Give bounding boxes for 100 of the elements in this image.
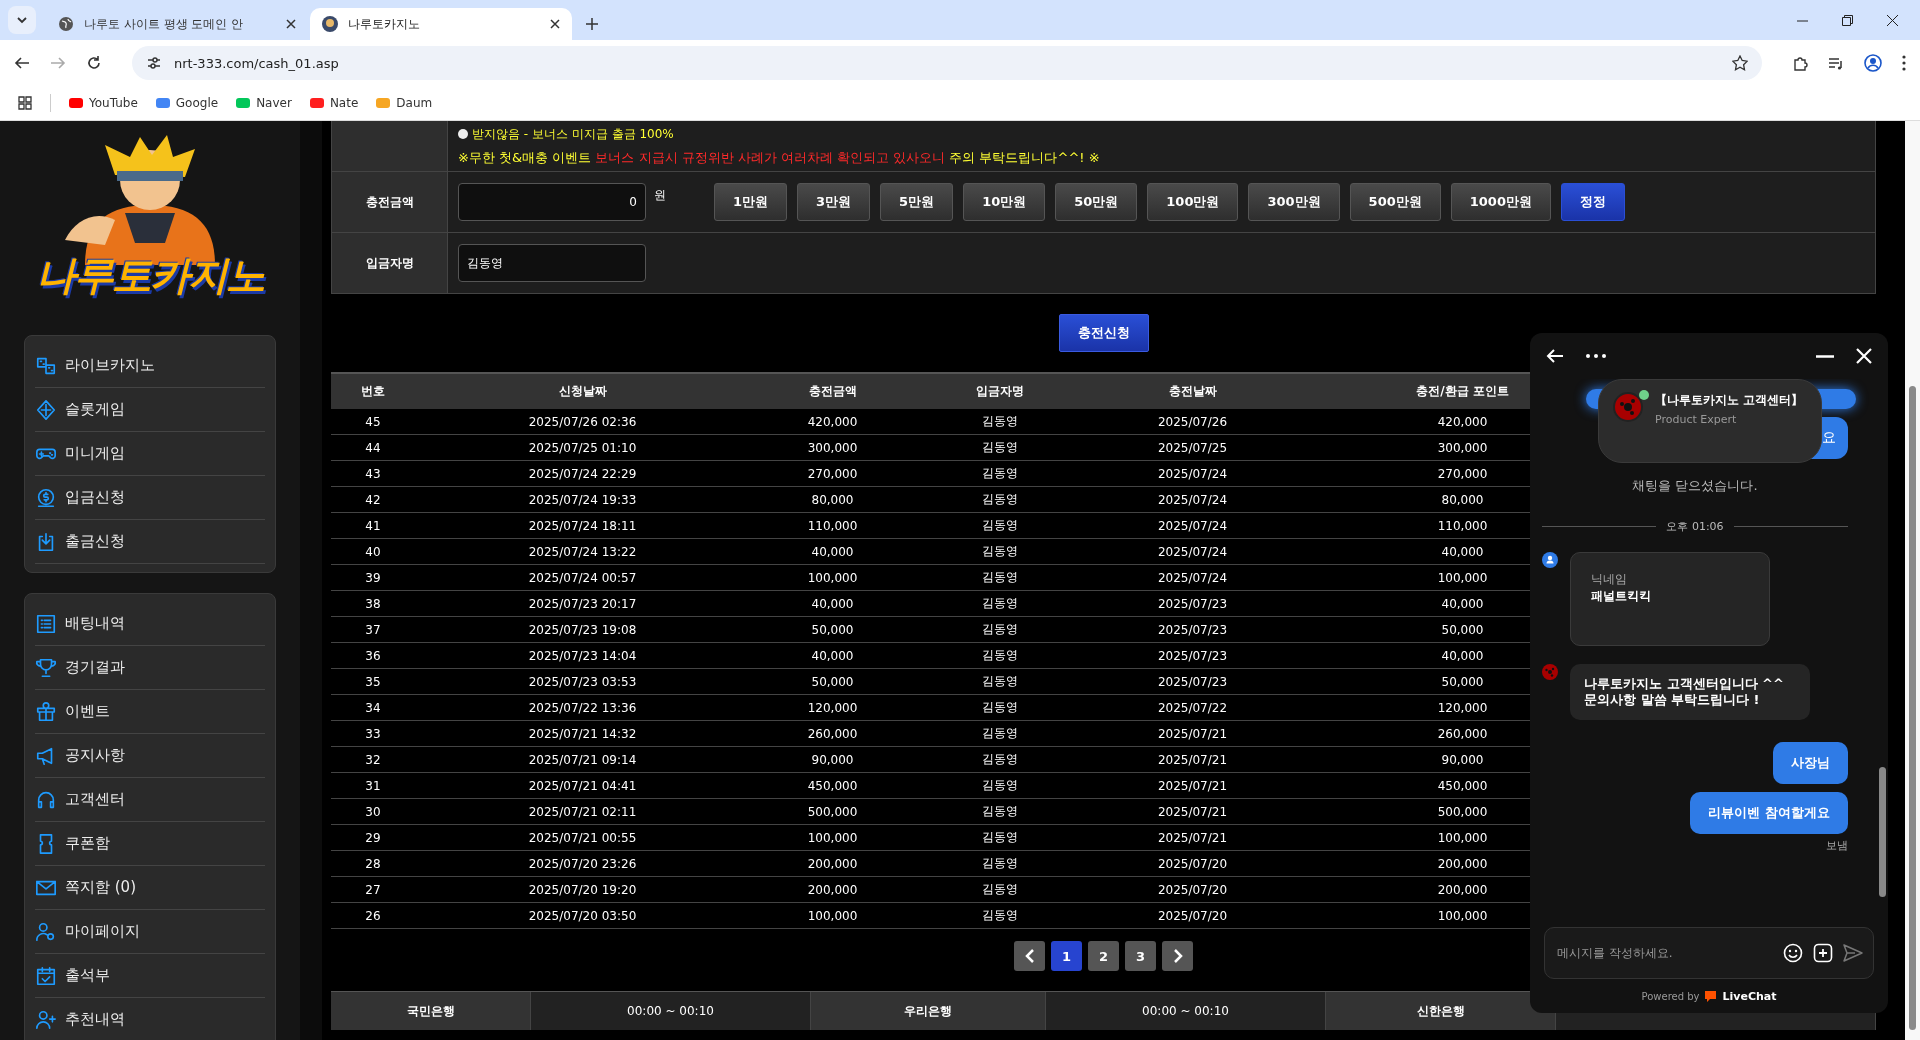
previous-page-button[interactable]: [1014, 941, 1045, 971]
amount-field[interactable]: 0: [458, 183, 646, 221]
amount-button[interactable]: 100만원: [1147, 183, 1239, 221]
reload-icon[interactable]: [86, 55, 102, 71]
table-cell: 30: [331, 798, 415, 825]
message-field[interactable]: 메시지를 작성하세요.: [1555, 945, 1773, 961]
sidebar-item[interactable]: 추천내역: [35, 998, 265, 1040]
sidebar-item[interactable]: 경기결과: [35, 646, 265, 690]
amount-button[interactable]: 500만원: [1349, 183, 1441, 221]
table-cell: 2025/07/23: [1085, 642, 1300, 669]
sidebar-item[interactable]: 고객센터: [35, 778, 265, 822]
bookmark-link[interactable]: Naver: [236, 96, 292, 110]
send-icon[interactable]: [1843, 943, 1863, 963]
sidebar-item[interactable]: 라이브카지노: [35, 344, 265, 388]
table-cell: 2025/07/23 20:17: [415, 590, 750, 617]
submit-button[interactable]: 충전신청: [1058, 314, 1149, 352]
radio-button[interactable]: [458, 129, 468, 139]
restore-icon[interactable]: [1842, 14, 1853, 26]
table-cell: 28: [331, 850, 415, 877]
message-bubble: 사장님: [1773, 742, 1848, 784]
close-icon[interactable]: [1887, 14, 1898, 26]
site-settings-icon[interactable]: [146, 55, 162, 71]
sidebar-item[interactable]: 입금신청: [35, 476, 265, 520]
chevron-right-icon: [1172, 949, 1183, 963]
table-cell: 김동영: [915, 409, 1085, 435]
amount-button[interactable]: 3만원: [797, 183, 871, 221]
table-cell: 100,000: [750, 824, 915, 851]
sidebar-item[interactable]: 출금신청: [35, 520, 265, 564]
amount-button[interactable]: 300만원: [1248, 183, 1340, 221]
page-button[interactable]: 3: [1125, 941, 1156, 971]
sidebar-item[interactable]: 쪽지함 (0): [35, 866, 265, 910]
message-bubble: 리뷰이벤 참여할게요: [1690, 792, 1848, 834]
table-cell: 2025/07/24: [1085, 538, 1300, 565]
scrollbar-thumb[interactable]: [1879, 767, 1886, 897]
amount-button[interactable]: 1000만원: [1450, 183, 1551, 221]
sidebar-item[interactable]: 슬롯게임: [35, 388, 265, 432]
depositor-field[interactable]: 김동영: [458, 244, 646, 282]
coin-icon: [35, 486, 57, 509]
sidebar-item[interactable]: 공지사항: [35, 734, 265, 778]
menu-icon[interactable]: [1902, 55, 1906, 71]
tab-list-button[interactable]: [8, 6, 36, 34]
amount-button[interactable]: 10만원: [963, 183, 1046, 221]
chat-logo-icon: [1704, 989, 1718, 1003]
bookmark-link[interactable]: Google: [155, 96, 219, 110]
table-cell: 2025/07/20: [1085, 850, 1300, 877]
close-icon[interactable]: [286, 19, 296, 29]
bookmark-link[interactable]: Nate: [309, 96, 359, 110]
next-page-button[interactable]: [1162, 941, 1193, 971]
browser-tab[interactable]: 나루토 사이트 평생 도메인 안: [46, 8, 308, 40]
close-icon[interactable]: [550, 19, 560, 29]
sidebar-item[interactable]: 미니게임: [35, 432, 265, 476]
caret-icon: [16, 14, 28, 26]
minimize-icon[interactable]: [1816, 354, 1834, 358]
attach-plus-icon[interactable]: [1813, 943, 1833, 963]
table-cell: 김동영: [915, 642, 1085, 669]
sidebar-item[interactable]: 배팅내역: [35, 602, 265, 646]
amount-button[interactable]: 정정: [1560, 183, 1625, 221]
extensions-icon[interactable]: [1792, 55, 1808, 71]
table-cell: 36: [331, 642, 415, 669]
bookmark-star-icon[interactable]: [1732, 55, 1748, 71]
page-button[interactable]: 2: [1088, 941, 1119, 971]
emoji-icon[interactable]: [1783, 943, 1803, 963]
table-cell: 우리은행: [811, 992, 1046, 1030]
table-cell: 2025/07/24: [1085, 486, 1300, 513]
sidebar-item[interactable]: 쿠폰함: [35, 822, 265, 866]
table-cell: 2025/07/24 18:11: [415, 512, 750, 539]
table-cell: 29: [331, 824, 415, 851]
table-cell: 110,000: [750, 512, 915, 539]
table-cell: 김동영: [915, 564, 1085, 591]
table-cell: 2025/07/24: [1085, 564, 1300, 591]
table-cell: 40: [331, 538, 415, 565]
browser-tab[interactable]: 나루토카지노: [310, 8, 572, 40]
bookmark-link[interactable]: YouTube: [69, 96, 138, 110]
field-label: 충전금액: [332, 172, 448, 232]
amount-button[interactable]: 1만원: [714, 183, 788, 221]
table-cell: 2025/07/24: [1085, 460, 1300, 487]
back-icon[interactable]: [1546, 348, 1564, 364]
brand-link[interactable]: LiveChat: [1722, 989, 1777, 1003]
address-field[interactable]: nrt-333.com/cash_01.asp: [132, 46, 1762, 80]
gift-icon: [35, 700, 57, 723]
sidebar-item[interactable]: 마이페이지: [35, 910, 265, 954]
media-icon[interactable]: [1828, 55, 1844, 71]
table-cell: 45: [331, 409, 415, 435]
scrollbar-thumb[interactable]: [1909, 386, 1916, 1030]
table-cell: 420,000: [750, 409, 915, 435]
bookmark-link[interactable]: Daum: [376, 96, 433, 110]
table-cell: 38: [331, 590, 415, 617]
sidebar-item[interactable]: 출석부: [35, 954, 265, 998]
amount-button[interactable]: 50만원: [1055, 183, 1138, 221]
site-logo[interactable]: 나루토카지노: [36, 248, 264, 303]
more-icon[interactable]: [1586, 354, 1606, 358]
sidebar-item[interactable]: 이벤트: [35, 690, 265, 734]
apps-grid-icon[interactable]: [18, 96, 32, 110]
new-tab-icon[interactable]: [586, 18, 598, 30]
back-icon[interactable]: [14, 55, 30, 71]
table-cell: 34: [331, 694, 415, 721]
page-button[interactable]: 1: [1051, 941, 1082, 971]
table-cell: 2025/07/23 14:04: [415, 642, 750, 669]
profile-icon[interactable]: [1864, 54, 1882, 72]
amount-button[interactable]: 5만원: [880, 183, 954, 221]
